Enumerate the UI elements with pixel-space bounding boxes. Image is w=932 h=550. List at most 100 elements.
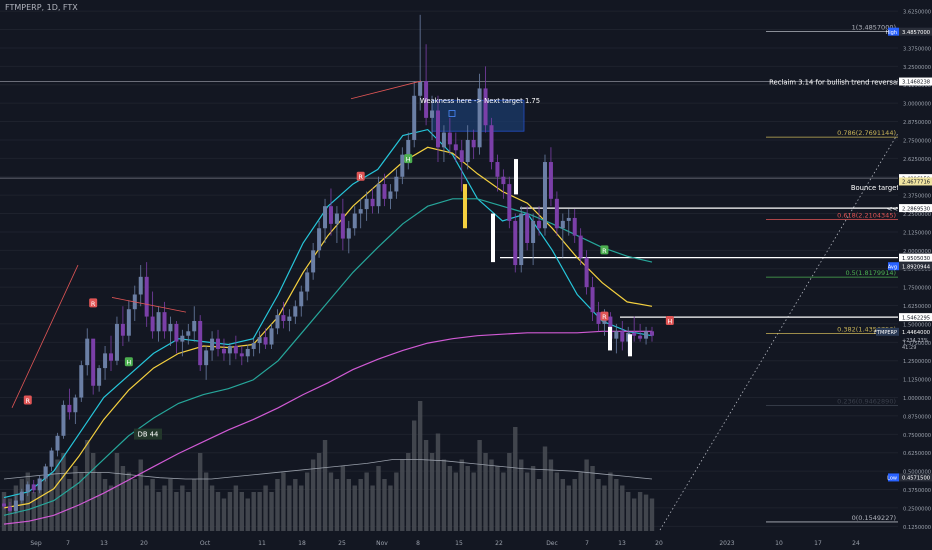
volume-bar	[180, 485, 185, 531]
volume-bar	[406, 453, 411, 531]
volume-bar	[263, 485, 268, 531]
volume-bar	[370, 485, 375, 531]
volume-bar	[602, 485, 607, 531]
volume-bar	[620, 485, 625, 531]
volume-bar	[507, 453, 512, 531]
candle-body	[346, 228, 351, 239]
price-axis-tick: 1.5000000	[903, 322, 931, 328]
candle-body	[180, 335, 185, 342]
volume-bar	[96, 472, 102, 531]
price-axis-tick: 0.6250000	[903, 451, 931, 457]
price-axis-tick: 1.2500000	[903, 359, 931, 365]
candle-body	[447, 132, 452, 145]
candle-body	[650, 331, 654, 336]
candle-body	[257, 337, 262, 344]
volume-bar	[293, 479, 298, 531]
time-axis-tick: 8	[416, 540, 420, 547]
price-tag-text: 1.5462295	[902, 315, 930, 321]
price-tag-text: 0.4571500	[902, 476, 930, 482]
signal-marker-label: H	[126, 359, 131, 367]
candle-body	[542, 162, 547, 229]
volume-bar	[596, 479, 601, 531]
volume-bar	[400, 459, 405, 531]
time-axis-tick: 20	[140, 540, 148, 547]
candle-body	[19, 491, 24, 501]
candle-body	[37, 478, 42, 491]
signal-marker-label: R	[602, 313, 607, 321]
candle-body	[144, 276, 149, 317]
candle-body	[400, 154, 405, 177]
signal-marker-label: R	[358, 173, 363, 181]
volume-bar	[524, 472, 530, 531]
volume-bar	[138, 459, 143, 531]
signal-marker: H	[404, 154, 413, 164]
candle-body	[334, 213, 339, 224]
volume-bar	[536, 479, 542, 531]
candle-body	[352, 213, 357, 229]
candle-body	[25, 484, 30, 492]
candle-body	[269, 328, 274, 345]
price-axis-tick: 0.1250000	[903, 525, 931, 531]
candle-body	[376, 184, 381, 207]
price-axis-tick: 3.3750000	[903, 46, 931, 52]
candle-body	[388, 191, 393, 199]
candle-body	[572, 217, 577, 236]
volume-bar	[530, 466, 536, 531]
candle-body	[406, 139, 411, 155]
volume-bar	[299, 485, 304, 531]
time-axis-tick: 11	[258, 540, 266, 547]
price-axis-tick: 3.2500000	[903, 65, 931, 71]
time-axis-tick: Dec	[546, 540, 558, 547]
highlight-bar	[514, 159, 518, 195]
candle-body	[548, 162, 553, 199]
candle-body	[632, 332, 637, 336]
signal-marker: R	[23, 395, 32, 405]
volume-bar	[67, 479, 72, 531]
price-axis-tick: 1.1250000	[903, 378, 931, 384]
price-axis-tick: 2.8750000	[903, 120, 931, 126]
annotation-text: Bounce target	[851, 184, 900, 192]
volume-bar	[626, 492, 631, 531]
time-axis-tick: 10	[775, 540, 783, 547]
time-axis-tick: 7	[66, 540, 70, 547]
candle-body	[340, 213, 345, 239]
volume-bar	[209, 485, 215, 531]
price-chart[interactable]: 1(3.4857000)0.786(2.7691144)0.618(2.2104…	[0, 0, 932, 550]
candle-body	[578, 235, 583, 258]
time-axis-tick: 17	[814, 540, 822, 547]
volume-bar	[197, 453, 203, 531]
price-axis-tick: 2.3750000	[903, 194, 931, 200]
volume-bar	[340, 466, 346, 531]
volume-bar	[489, 459, 494, 531]
volume-bar	[239, 492, 244, 531]
candle-body	[138, 276, 143, 295]
volume-bar	[186, 492, 191, 531]
candle-body	[2, 503, 6, 507]
candle-body	[227, 346, 232, 354]
fib-level-label: 0(0.1549227)	[852, 514, 896, 522]
candle-body	[49, 450, 54, 467]
volume-bar	[334, 479, 340, 531]
candle-body	[370, 198, 375, 207]
volume-bar	[459, 459, 464, 531]
time-axis-tick: 22	[495, 540, 503, 547]
price-axis-tick: 0.7500000	[903, 433, 931, 439]
candle-body	[61, 404, 66, 436]
volume-bar	[501, 472, 506, 531]
candle-body	[13, 500, 18, 511]
candle-body	[174, 323, 179, 342]
price-axis-tick: 2.1250000	[903, 230, 931, 236]
candle-body	[489, 125, 494, 163]
volume-bar	[120, 466, 126, 531]
candle-body	[311, 250, 316, 273]
candle-body	[459, 150, 464, 163]
chart-stage: FTMPERP, 1D, FTX 1(3.4857000) 0.786(2.769…	[0, 0, 932, 550]
candle-body	[198, 320, 203, 366]
candle-body	[328, 206, 333, 224]
candle-body	[317, 228, 322, 251]
volume-bar	[162, 485, 167, 531]
candle-body	[156, 312, 161, 332]
volume-bar	[310, 459, 316, 531]
price-tag-text: 2.4677716	[902, 180, 930, 186]
volume-bar	[275, 479, 280, 531]
